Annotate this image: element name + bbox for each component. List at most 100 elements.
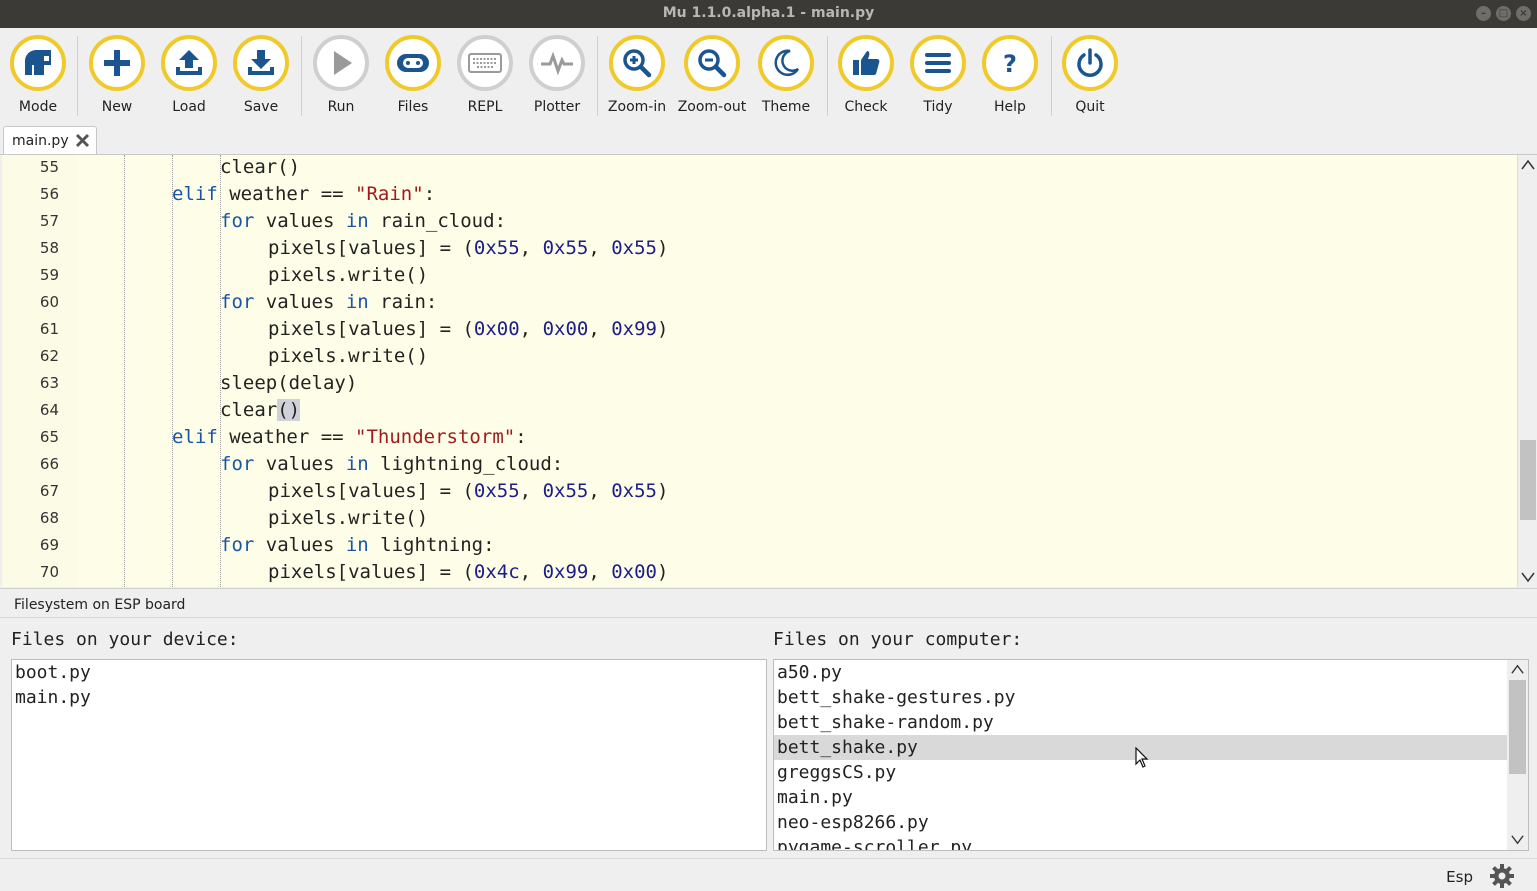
code-token: elif [172, 183, 218, 205]
load-label: Load [172, 99, 206, 115]
editor-scrollbar[interactable] [1517, 155, 1537, 587]
window-controls: – □ × [1476, 6, 1531, 21]
close-icon[interactable]: × [1516, 6, 1531, 21]
tab-strip: main.py [0, 124, 1537, 155]
code-line[interactable]: 68 pixels.write() [2, 505, 1517, 532]
filesystem-panel: Filesystem on ESP board Files on your de… [0, 588, 1537, 859]
file-list-item[interactable]: main.py [12, 685, 765, 710]
code-token: 0x99 [611, 318, 657, 340]
code-line[interactable]: 62 pixels.write() [2, 343, 1517, 370]
code-token: clear [220, 399, 278, 421]
code-line[interactable]: 64 clear() [2, 397, 1517, 424]
code-line[interactable]: 70 pixels[values] = (0x4c, 0x99, 0x00) [2, 559, 1517, 586]
computer-file-list[interactable]: pygame-scroller.py neo-esp8266.py main.py g… [773, 659, 1529, 851]
code-line[interactable]: 60 for values in rain: [2, 289, 1517, 316]
code-line[interactable]: 69 for values in lightning: [2, 532, 1517, 559]
theme-button[interactable]: Theme [751, 35, 821, 115]
code-token: 0x55 [611, 237, 657, 259]
code-line[interactable]: 66 for values in lightning_cloud: [2, 451, 1517, 478]
files-button[interactable]: Files [378, 35, 448, 115]
code-token: rain_cloud: [368, 210, 507, 232]
line-number: 61 [39, 320, 59, 338]
code-token: 0x99 [542, 561, 589, 583]
maximize-icon[interactable]: □ [1496, 6, 1511, 21]
scroll-up-icon[interactable] [1520, 157, 1536, 173]
code-line[interactable]: 67 pixels[values] = (0x55, 0x55, 0x55) [2, 478, 1517, 505]
run-button[interactable]: Run [306, 35, 376, 115]
tidy-button[interactable]: Tidy [903, 35, 973, 115]
code-text: clear() [220, 397, 301, 424]
repl-button[interactable]: REPL [450, 35, 520, 115]
code-token: 0x55 [542, 480, 589, 502]
code-token: rain: [368, 291, 438, 313]
code-token: ) [656, 237, 669, 259]
zoom-in-button[interactable]: Zoom-in [602, 35, 672, 115]
zoom-out-label: Zoom-out [677, 99, 747, 115]
file-list-scrollbar[interactable] [1507, 660, 1528, 850]
code-token: pixels[values] = ( [268, 318, 474, 340]
mode-button[interactable]: Mode [3, 35, 73, 115]
code-token: lightning_cloud: [368, 453, 564, 475]
code-token: pixels.write() [268, 264, 429, 286]
check-button[interactable]: Check [831, 35, 901, 115]
file-list-item[interactable]: bett_shake-random.py [774, 710, 1507, 735]
file-list-item[interactable]: a50.py [774, 660, 1507, 685]
quit-label: Quit [1075, 99, 1105, 115]
repl-label: REPL [467, 99, 503, 115]
tab-main-py[interactable]: main.py [3, 126, 97, 154]
zoom-out-button[interactable]: Zoom-out [677, 35, 747, 115]
line-number: 57 [39, 212, 59, 230]
new-button[interactable]: New [82, 35, 152, 115]
plotter-button[interactable]: Plotter [522, 35, 592, 115]
code-token: sleep(delay) [220, 372, 358, 394]
keyboard-icon [468, 53, 502, 73]
code-line[interactable]: 63 sleep(delay) [2, 370, 1517, 397]
line-number: 62 [39, 347, 59, 365]
code-token: for [220, 291, 255, 313]
line-number: 60 [39, 293, 59, 311]
file-list-item[interactable]: bett_shake-gestures.py [774, 685, 1507, 710]
quit-button[interactable]: Quit [1055, 35, 1125, 115]
code-token: for [220, 534, 255, 556]
close-tab-icon[interactable] [75, 133, 90, 148]
line-number: 70 [39, 563, 59, 581]
scroll-down-icon[interactable] [1520, 569, 1536, 585]
files-label: Files [397, 99, 429, 115]
code-line[interactable]: 55 clear() [2, 155, 1517, 181]
files-icon [397, 54, 429, 72]
save-button[interactable]: Save [226, 35, 296, 115]
code-line[interactable]: 56 elif weather == "Rain": [2, 181, 1517, 208]
window-title-bar: Mu 1.1.0.alpha.1 - main.py – □ × [0, 0, 1537, 28]
code-line[interactable]: 58 pixels[values] = (0x55, 0x55, 0x55) [2, 235, 1517, 262]
scroll-up-icon[interactable] [1510, 662, 1525, 677]
load-button[interactable]: Load [154, 35, 224, 115]
line-number: 63 [39, 374, 59, 392]
editor-scroll-thumb[interactable] [1520, 440, 1536, 520]
code-line[interactable]: 65 elif weather == "Thunderstorm": [2, 424, 1517, 451]
file-list-item[interactable]: main.py [774, 785, 1507, 810]
code-editor[interactable]: 55 clear() 56 elif weather == "Rain": 57 for … [2, 155, 1517, 587]
code-token: "Thunderstorm" [355, 426, 516, 448]
minimize-icon[interactable]: – [1476, 6, 1491, 21]
line-number: 59 [39, 266, 59, 284]
file-list-item[interactable]: boot.py [12, 660, 765, 685]
code-line[interactable]: 61 pixels[values] = (0x00, 0x00, 0x99) [2, 316, 1517, 343]
file-list-item[interactable]: pygame-scroller.py [774, 835, 1507, 850]
code-token: in [345, 210, 369, 232]
scroll-down-icon[interactable] [1510, 832, 1525, 847]
menu-lines-icon [925, 53, 951, 73]
plotter-icon [541, 51, 573, 76]
code-text: for values in rain: [220, 289, 437, 316]
code-token: , [519, 237, 543, 259]
code-token: 0x00 [542, 318, 589, 340]
code-line[interactable]: 57 for values in rain_cloud: [2, 208, 1517, 235]
help-button[interactable]: ? Help [975, 35, 1045, 115]
file-list-scroll-thumb[interactable] [1509, 680, 1526, 774]
line-number: 65 [39, 428, 59, 446]
moon-icon [774, 49, 800, 76]
file-list-item[interactable]: neo-esp8266.py [774, 810, 1507, 835]
gear-icon[interactable] [1489, 863, 1515, 889]
code-token: ) [656, 480, 669, 502]
code-line[interactable]: 59 pixels.write() [2, 262, 1517, 289]
device-file-list[interactable]: main.py boot.py [11, 659, 767, 851]
